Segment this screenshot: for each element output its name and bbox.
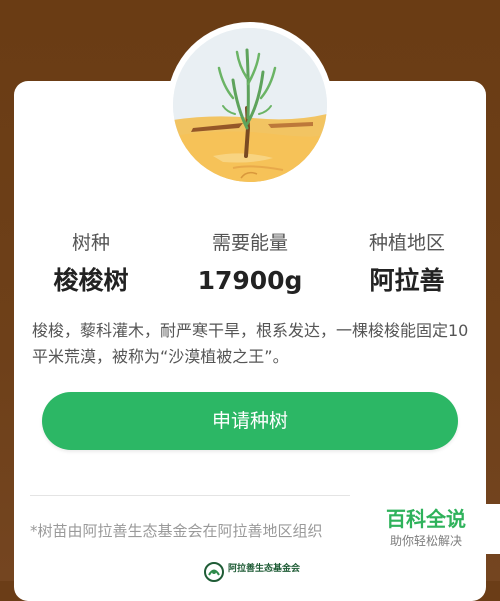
tree-description: 梭梭，藜科灌木，耐严寒干旱，根系发达，一棵梭梭能固定10平米荒漠，被称为“沙漠植… bbox=[32, 321, 469, 366]
watermark: 百科全说 助你轻松解决 bbox=[352, 504, 500, 554]
tree-illustration-icon bbox=[173, 28, 327, 182]
divider bbox=[30, 495, 350, 496]
organizer-note: *树苗由阿拉善生态基金会在阿拉善地区组织 bbox=[30, 522, 323, 540]
stat-value: 阿拉善 bbox=[369, 266, 445, 295]
stat-label: 种植地区 bbox=[368, 232, 445, 254]
apply-plant-button[interactable]: 申请种树 bbox=[42, 392, 458, 450]
foundation-logo: 阿拉善生态基金会 bbox=[204, 562, 304, 582]
watermark-subtitle: 助你轻松解决 bbox=[389, 534, 462, 548]
watermark-title: 百科全说 bbox=[386, 507, 466, 531]
stat-label: 树种 bbox=[71, 232, 110, 254]
saxaul-tree-illustration bbox=[173, 28, 327, 182]
stat-energy: 需要能量 17900g bbox=[175, 230, 325, 297]
stat-value: 梭梭树 bbox=[53, 266, 129, 295]
stat-value: 17900g bbox=[197, 266, 303, 295]
tree-badge bbox=[167, 22, 333, 188]
tree-stats: 树种 梭梭树 需要能量 17900g 种植地区 阿拉善 bbox=[14, 230, 486, 302]
stat-species: 树种 梭梭树 bbox=[16, 230, 166, 297]
foundation-logo-icon bbox=[204, 562, 224, 582]
stat-label: 需要能量 bbox=[211, 232, 288, 254]
foundation-logo-text: 阿拉善生态基金会 bbox=[228, 564, 301, 574]
stat-region: 种植地区 阿拉善 bbox=[332, 230, 482, 297]
